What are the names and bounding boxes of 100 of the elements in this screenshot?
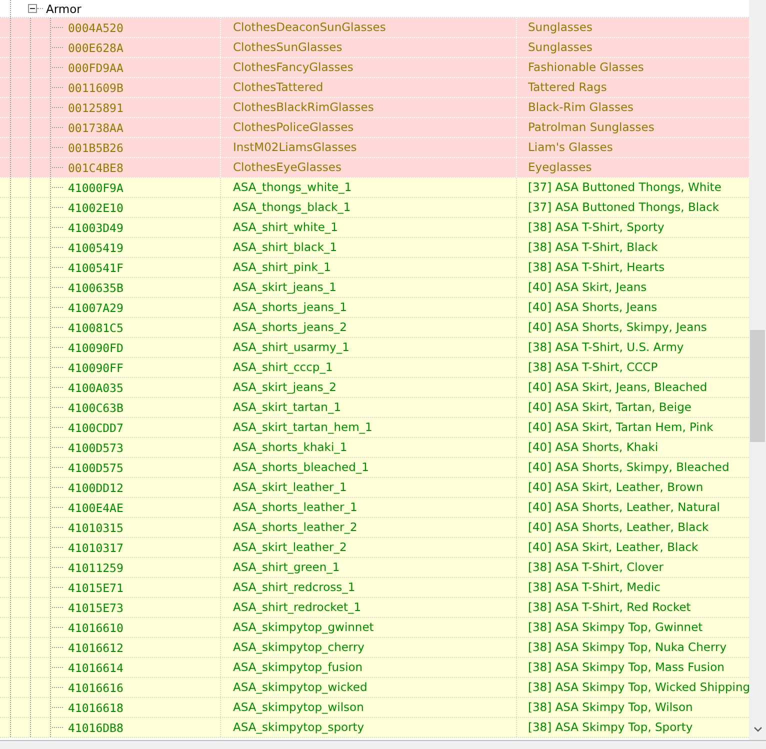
record-row[interactable]: 41007A29 ASA_shorts_jeans_1 [40] ASA Shorts, Jeans xyxy=(0,298,749,318)
form-id-text: 4100635B xyxy=(68,280,124,294)
record-row[interactable]: 41010315 ASA_shorts_leather_2 [40] ASA Shorts, Leather, Black xyxy=(0,518,749,538)
editor-id-cell: ASA_skirt_leather_1 xyxy=(220,478,516,497)
record-row[interactable]: 410081C5 ASA_shorts_jeans_2 [40] ASA Shorts, Skimpy, Jeans xyxy=(0,318,749,338)
form-id-text: 41000F9A xyxy=(68,180,124,194)
record-row[interactable]: 41016618 ASA_skimpytop_wilson [38] ASA Skimpy Top, Wilson xyxy=(0,698,749,718)
record-row[interactable]: 41016DB8 ASA_skimpytop_sporty [38] ASA Skimpy Top, Sporty xyxy=(0,718,749,738)
form-id-text: 41016DB8 xyxy=(68,720,124,734)
form-id-text: 001B5B26 xyxy=(68,140,124,154)
record-row[interactable]: 00125891 ClothesBlackRimGlasses Black-Rim Glasses xyxy=(0,98,749,118)
editor-id-cell: ASA_skirt_tartan_hem_1 xyxy=(220,418,516,437)
form-id-text: 4100D573 xyxy=(68,440,124,454)
editor-id-cell: ASA_skimpytop_gwinnet xyxy=(220,618,516,637)
record-row[interactable]: 4100CDD7 ASA_skirt_tartan_hem_1 [40] ASA Skirt, Tartan Hem, Pink xyxy=(0,418,749,438)
record-row[interactable]: 4100635B ASA_skirt_jeans_1 [40] ASA Skirt, Jeans xyxy=(0,278,749,298)
record-row[interactable]: 41000F9A ASA_thongs_white_1 [37] ASA Buttoned Thongs, White xyxy=(0,178,749,198)
editor-id-cell: ASA_shorts_khaki_1 xyxy=(220,438,516,457)
form-id-text: 00125891 xyxy=(68,100,124,114)
editor-id-cell: ASA_skirt_jeans_1 xyxy=(220,278,516,297)
record-row[interactable]: 0004A520 ClothesDeaconSunGlasses Sunglasses xyxy=(0,18,749,38)
record-row[interactable]: 4100C63B ASA_skirt_tartan_1 [40] ASA Skirt, Tartan, Beige xyxy=(0,398,749,418)
record-row[interactable]: 41002E10 ASA_thongs_black_1 [37] ASA Buttoned Thongs, Black xyxy=(0,198,749,218)
record-row[interactable]: 001C4BE8 ClothesEyeGlasses Eyeglasses xyxy=(0,158,749,178)
form-id-text: 000E628A xyxy=(68,40,124,54)
record-row[interactable]: 4100D575 ASA_shorts_bleached_1 [40] ASA Shorts, Skimpy, Bleached xyxy=(0,458,749,478)
record-row[interactable]: 41003D49 ASA_shirt_white_1 [38] ASA T-Shirt, Sporty xyxy=(0,218,749,238)
form-id-text: 41003D49 xyxy=(68,220,124,234)
record-row[interactable]: 41015E71 ASA_shirt_redcross_1 [38] ASA T-Shirt, Medic xyxy=(0,578,749,598)
editor-id-cell: ASA_skimpytop_sporty xyxy=(220,718,516,737)
editor-id-cell: ASA_shorts_leather_2 xyxy=(220,518,516,537)
record-row[interactable]: 000E628A ClothesSunGlasses Sunglasses xyxy=(0,38,749,58)
record-row[interactable]: 41011259 ASA_shirt_green_1 [38] ASA T-Shirt, Clover xyxy=(0,558,749,578)
form-id-text: 410081C5 xyxy=(68,320,124,334)
form-id-text: 41010317 xyxy=(68,540,124,554)
record-row[interactable]: 41016612 ASA_skimpytop_cherry [38] ASA Skimpy Top, Nuka Cherry xyxy=(0,638,749,658)
tree-node-label[interactable]: Armor xyxy=(46,2,82,16)
record-row[interactable]: 41016614 ASA_skimpytop_fusion [38] ASA Skimpy Top, Mass Fusion xyxy=(0,658,749,678)
editor-id-cell: ASA_skimpytop_cherry xyxy=(220,638,516,657)
form-id-text: 410090FF xyxy=(68,360,124,374)
record-row[interactable]: 410090FF ASA_shirt_cccp_1 [38] ASA T-Shirt, CCCP xyxy=(0,358,749,378)
record-row[interactable]: 41016616 ASA_skimpytop_wicked [38] ASA Skimpy Top, Wicked Shipping xyxy=(0,678,749,698)
editor-id-cell: ClothesBlackRimGlasses xyxy=(220,98,516,117)
form-id-text: 41010315 xyxy=(68,520,124,534)
editor-id-cell: ASA_skimpytop_wicked xyxy=(220,678,516,697)
horizontal-scrollbar[interactable] xyxy=(0,740,766,749)
form-id-text: 0011609B xyxy=(68,80,124,94)
editor-id-cell: ASA_shirt_redrocket_1 xyxy=(220,598,516,617)
editor-id-cell: ASA_shirt_white_1 xyxy=(220,218,516,237)
editor-id-cell: ClothesFancyGlasses xyxy=(220,58,516,77)
record-row[interactable]: 0011609B ClothesTattered Tattered Rags xyxy=(0,78,749,98)
form-id-text: 41016618 xyxy=(68,700,124,714)
form-id-text: 4100A035 xyxy=(68,380,124,394)
editor-id-cell: ClothesTattered xyxy=(220,78,516,97)
record-row[interactable]: 001738AA ClothesPoliceGlasses Patrolman Sunglasses xyxy=(0,118,749,138)
editor-id-cell: ASA_shirt_cccp_1 xyxy=(220,358,516,377)
form-id-text: 41016614 xyxy=(68,660,124,674)
editor-id-cell: ASA_skirt_tartan_1 xyxy=(220,398,516,417)
editor-id-cell: ClothesSunGlasses xyxy=(220,38,516,57)
editor-id-cell: InstM02LiamsGlasses xyxy=(220,138,516,157)
record-row[interactable]: 4100DD12 ASA_skirt_leather_1 [40] ASA Skirt, Leather, Brown xyxy=(0,478,749,498)
record-row[interactable]: 410090FD ASA_shirt_usarmy_1 [38] ASA T-Shirt, U.S. Army xyxy=(0,338,749,358)
editor-id-cell: ASA_skirt_leather_2 xyxy=(220,538,516,557)
form-id-text: 4100E4AE xyxy=(68,500,124,514)
form-id-text: 410090FD xyxy=(68,340,124,354)
editor-id-cell: ASA_shirt_black_1 xyxy=(220,238,516,257)
editor-id-cell: ClothesPoliceGlasses xyxy=(220,118,516,137)
record-row[interactable]: 001B5B26 InstM02LiamsGlasses Liam's Glasses xyxy=(0,138,749,158)
form-id-text: 4100CDD7 xyxy=(68,420,124,434)
chevron-down-icon[interactable] xyxy=(754,727,762,732)
record-row[interactable]: 4100541F ASA_shirt_pink_1 [38] ASA T-Shirt, Hearts xyxy=(0,258,749,278)
record-row[interactable]: 000FD9AA ClothesFancyGlasses Fashionable Glasses xyxy=(0,58,749,78)
record-row[interactable]: 41005419 ASA_shirt_black_1 [38] ASA T-Shirt, Black xyxy=(0,238,749,258)
editor-id-cell: ASA_shorts_bleached_1 xyxy=(220,458,516,477)
minus-box-icon[interactable] xyxy=(28,4,37,13)
vertical-scrollbar[interactable] xyxy=(749,0,766,740)
editor-id-cell: ASA_thongs_white_1 xyxy=(220,178,516,197)
editor-id-cell: ASA_shorts_jeans_1 xyxy=(220,298,516,317)
editor-id-cell: ClothesEyeGlasses xyxy=(220,158,516,177)
editor-id-cell: ClothesDeaconSunGlasses xyxy=(220,18,516,37)
form-id-text: 41007A29 xyxy=(68,300,124,314)
editor-id-cell: ASA_skirt_jeans_2 xyxy=(220,378,516,397)
record-row[interactable]: 4100E4AE ASA_shorts_leather_1 [40] ASA Shorts, Leather, Natural xyxy=(0,498,749,518)
form-id-text: 001738AA xyxy=(68,120,124,134)
editor-id-cell: ASA_skimpytop_fusion xyxy=(220,658,516,677)
form-id-text: 41016612 xyxy=(68,640,124,654)
record-row[interactable]: 41016610 ASA_skimpytop_gwinnet [38] ASA Skimpy Top, Gwinnet xyxy=(0,618,749,638)
record-row[interactable]: 41015E73 ASA_shirt_redrocket_1 [38] ASA T-Shirt, Red Rocket xyxy=(0,598,749,618)
record-row[interactable]: 4100A035 ASA_skirt_jeans_2 [40] ASA Skirt, Jeans, Bleached xyxy=(0,378,749,398)
form-id-text: 4100541F xyxy=(68,260,124,274)
editor-id-cell: ASA_shirt_redcross_1 xyxy=(220,578,516,597)
editor-id-cell: ASA_shorts_jeans_2 xyxy=(220,318,516,337)
form-id-text: 001C4BE8 xyxy=(68,160,124,174)
form-id-text: 41015E73 xyxy=(68,600,124,614)
record-row[interactable]: 41010317 ASA_skirt_leather_2 [40] ASA Skirt, Leather, Black xyxy=(0,538,749,558)
record-row[interactable]: 4100D573 ASA_shorts_khaki_1 [40] ASA Shorts, Khaki xyxy=(0,438,749,458)
scrollbar-thumb[interactable] xyxy=(750,330,765,442)
form-id-text: 41005419 xyxy=(68,240,124,254)
editor-id-cell: ASA_skimpytop_wilson xyxy=(220,698,516,717)
form-id-text: 41016610 xyxy=(68,620,124,634)
